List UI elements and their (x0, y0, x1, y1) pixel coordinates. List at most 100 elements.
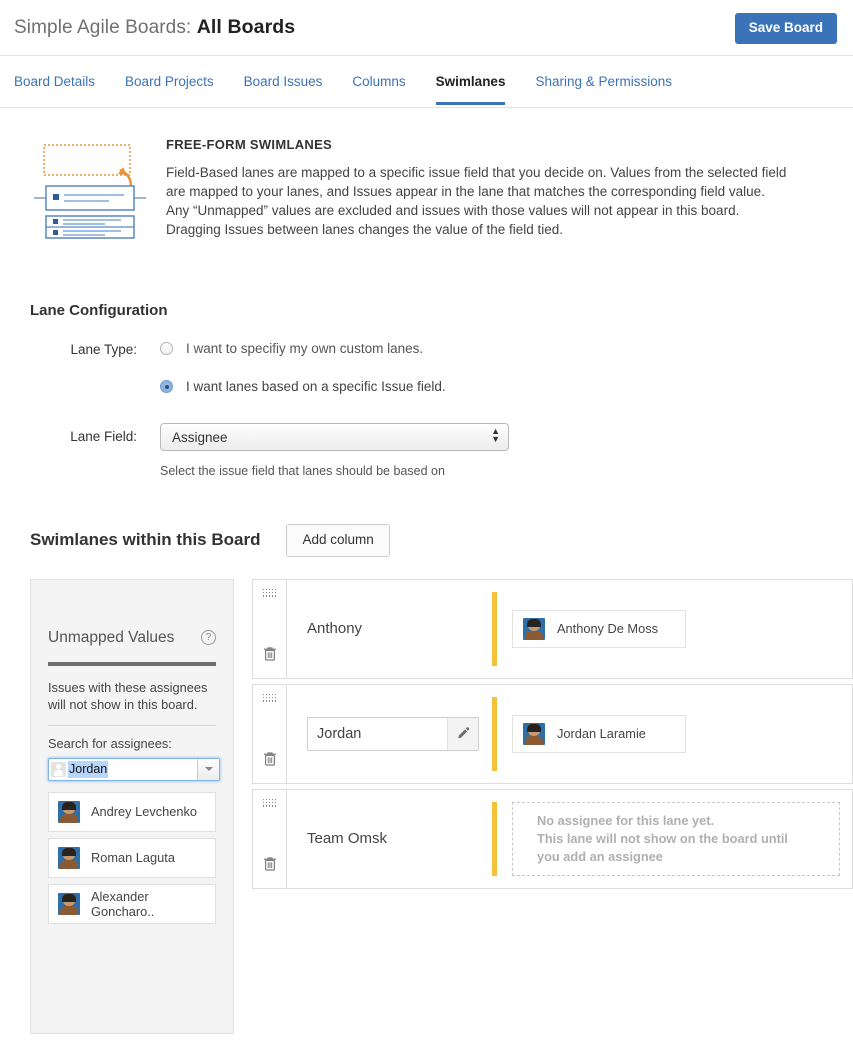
list-item[interactable]: Andrey Levchenko (48, 791, 216, 832)
board-name: All Boards (196, 16, 296, 38)
trash-icon[interactable] (263, 856, 277, 877)
assignee-chip-name: Anthony De Moss (557, 621, 659, 636)
info-line-2: are mapped to your lanes, and Issues app… (166, 184, 765, 199)
list-item[interactable]: Roman Laguta (48, 837, 216, 878)
avatar (58, 800, 80, 823)
lane-configuration-heading: Lane Configuration (30, 302, 168, 319)
lane-color-bar (492, 591, 497, 666)
trash-icon[interactable] (263, 646, 277, 667)
avatar (58, 846, 80, 869)
radio-option-custom-lanes[interactable]: I want to specifiy my own custom lanes. (160, 341, 446, 356)
empty-lane-line-1: No assignee for this lane yet. (537, 812, 715, 828)
list-item[interactable]: Alexander Goncharo.. (48, 883, 216, 924)
assignee-chip-name: Jordan Laramie (557, 726, 646, 741)
avatar (523, 722, 545, 745)
avatar (58, 892, 80, 915)
lane-field-select-wrap: Assignee ▲ ▼ (160, 423, 509, 451)
app-title-text: Simple Agile Boards: (14, 17, 192, 38)
assignee-chip[interactable]: Anthony De Moss (512, 609, 686, 648)
assignee-name: Roman Laguta (91, 850, 175, 865)
lane-color-bar (492, 696, 497, 771)
info-text: FREE-FORM SWIMLANES Field-Based lanes ar… (146, 134, 786, 240)
info-line-1: Field-Based lanes are mapped to a specif… (166, 165, 787, 180)
lane-gutter (253, 789, 287, 888)
lane-name-input[interactable] (308, 717, 447, 750)
tab-swimlanes[interactable]: Swimlanes (435, 74, 524, 105)
drag-handle-icon[interactable] (262, 693, 277, 703)
page-header: Simple Agile Boards: All Boards Save Boa… (0, 0, 853, 56)
tab-board-details[interactable]: Board Details (14, 74, 113, 104)
info-body: Field-Based lanes are mapped to a specif… (166, 163, 786, 239)
unmapped-values-header: Unmapped Values ? (48, 592, 216, 647)
radio-label-issue-field: I want lanes based on a specific Issue f… (186, 379, 446, 394)
tab-sharing-permissions[interactable]: Sharing & Permissions (535, 74, 690, 104)
search-input-value: Jordan (68, 760, 109, 778)
tab-board-projects[interactable]: Board Projects (125, 74, 232, 104)
drag-handle-icon[interactable] (262, 588, 277, 598)
tab-board-issues[interactable]: Board Issues (244, 74, 341, 104)
drag-handle-icon[interactable] (262, 798, 277, 808)
table-row: Jordan Laramie (252, 683, 853, 784)
assignee-chip[interactable]: Jordan Laramie (512, 714, 686, 753)
radio-unchecked-icon[interactable] (160, 342, 173, 355)
info-block: FREE-FORM SWIMLANES Field-Based lanes ar… (0, 108, 853, 240)
lane-field-select[interactable]: Assignee (160, 423, 509, 451)
edit-pencil-button[interactable] (447, 717, 478, 750)
search-assignees-input[interactable]: Jordan (48, 757, 220, 781)
lane-field-hint: Select the issue field that lanes should… (160, 464, 445, 478)
lane-field-control: Assignee ▲ ▼ Select the issue field that … (160, 423, 509, 478)
panel-divider (48, 661, 216, 666)
unmapped-values-title: Unmapped Values (48, 628, 175, 646)
pencil-icon (457, 727, 469, 739)
lane-content: Jordan Laramie (492, 685, 852, 783)
radio-checked-icon[interactable] (160, 380, 173, 393)
swimlanes-illustration-icon (34, 134, 146, 240)
swimlanes-section-header: Swimlanes within this Board Add column (30, 524, 853, 557)
lane-gutter (253, 579, 287, 678)
help-icon[interactable]: ? (201, 630, 216, 645)
search-assignees-label: Search for assignees: (48, 735, 172, 751)
lane-field-label: Lane Field: (70, 429, 137, 444)
empty-lane-line-3: you add an assignee (537, 848, 663, 864)
table-row: Anthony Anthony De Moss (252, 578, 853, 679)
tab-columns[interactable]: Columns (352, 74, 423, 104)
radio-label-custom-lanes: I want to specifiy my own custom lanes. (186, 341, 424, 356)
unmapped-values-note: Issues with these assignees will not sho… (48, 679, 208, 712)
info-line-4: Dragging Issues between lanes changes th… (166, 222, 564, 237)
add-column-button[interactable]: Add column (286, 524, 390, 557)
lane-name: Anthony (307, 620, 363, 637)
lane-color-bar (492, 801, 497, 876)
page-root: Simple Agile Boards: All Boards Save Boa… (0, 0, 853, 1050)
assignee-name: Alexander Goncharo.. (91, 888, 155, 919)
info-line-3: Any “Unmapped” values are excluded and i… (166, 203, 740, 218)
lane-chip-list: Jordan Laramie (512, 714, 686, 753)
tab-bar: Board Details Board Projects Board Issue… (0, 56, 853, 108)
lane-name-cell[interactable] (287, 685, 492, 783)
lane-name-cell[interactable]: Team Omsk (287, 790, 492, 888)
lane-type-options: I want to specifiy my own custom lanes. … (160, 341, 446, 394)
chevron-down-icon (204, 767, 213, 771)
lane-chip-list: Anthony De Moss (512, 609, 686, 648)
avatar (523, 617, 545, 640)
search-input-inner[interactable]: Jordan (49, 759, 197, 780)
table-row: Team Omsk No assignee for this lane yet.… (252, 788, 853, 889)
lane-name-edit-group[interactable] (307, 716, 479, 751)
lane-content: No assignee for this lane yet. This lane… (492, 790, 852, 888)
unmapped-assignee-list: Andrey Levchenko Roman Laguta Alexander … (48, 791, 216, 924)
lane-rows: Anthony Anthony De Moss Jordan Jordan La… (252, 578, 853, 894)
radio-option-issue-field[interactable]: I want lanes based on a specific Issue f… (160, 379, 446, 394)
save-board-button[interactable]: Save Board (734, 13, 837, 44)
swimlanes-body: Unmapped Values ? Issues with these assi… (30, 578, 853, 1034)
trash-icon[interactable] (263, 751, 277, 772)
lane-type-label: Lane Type: (70, 342, 137, 357)
lane-field-row: Lane Field: Assignee ▲ ▼ Select the issue… (30, 423, 853, 478)
unmapped-values-panel: Unmapped Values ? Issues with these assi… (30, 578, 234, 1034)
search-dropdown-button[interactable] (197, 758, 219, 780)
page-title: Simple Agile Boards: All Boards (14, 16, 295, 39)
lane-gutter (253, 684, 287, 783)
lane-name: Team Omsk (307, 830, 388, 847)
empty-lane-placeholder[interactable]: No assignee for this lane yet. This lane… (512, 801, 840, 876)
lane-content: Anthony De Moss (492, 580, 852, 678)
lane-name-cell[interactable]: Anthony (287, 580, 492, 678)
swimlanes-heading: Swimlanes within this Board (30, 530, 261, 550)
